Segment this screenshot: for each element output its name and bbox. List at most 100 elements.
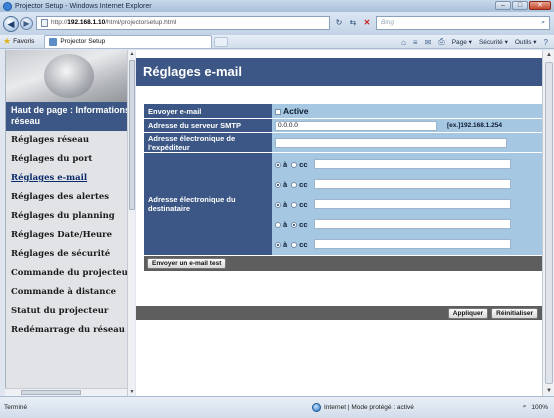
- recipient-line: à cc: [275, 155, 539, 173]
- nav-item-datetime[interactable]: Réglages Date/Heure: [6, 226, 135, 245]
- nav-item-network-restart[interactable]: Redémarrage du réseau: [6, 321, 135, 340]
- window-title-bar: Projector Setup - Windows Internet Explo…: [0, 0, 554, 12]
- to-radio[interactable]: [275, 162, 281, 168]
- forward-button[interactable]: ▶: [20, 17, 33, 30]
- left-vertical-scrollbar[interactable]: ▲ ▼: [127, 50, 135, 396]
- active-checkbox[interactable]: [275, 109, 281, 115]
- left-horizontal-scrollbar[interactable]: [5, 388, 127, 396]
- security-menu[interactable]: Sécurité ▾: [479, 38, 508, 46]
- cc-radio[interactable]: [291, 202, 298, 208]
- logo-image: [6, 50, 135, 102]
- recipient-input[interactable]: [313, 239, 511, 249]
- apply-button[interactable]: Appliquer: [447, 307, 489, 319]
- url-path: /html/projectorsetup.html: [105, 19, 177, 26]
- sender-row: Adresse électronique de l'expéditeur: [144, 133, 542, 153]
- feeds-icon[interactable]: ≡: [413, 38, 418, 47]
- search-placeholder: Bing: [381, 19, 395, 26]
- nav-item-projector-control[interactable]: Commande du projecteur: [6, 264, 135, 283]
- nav-item-alerts[interactable]: Réglages des alertes: [6, 188, 135, 207]
- url-host: 192.168.1.10: [67, 19, 106, 26]
- hscroll-thumb[interactable]: [21, 390, 81, 395]
- search-icon[interactable]: ⌕: [541, 17, 545, 29]
- recipient-input[interactable]: [313, 219, 511, 229]
- zoom-level[interactable]: 100%: [531, 404, 548, 411]
- to-radio[interactable]: [275, 222, 281, 228]
- nav-item-security[interactable]: Réglages de sécurité: [6, 245, 135, 264]
- recipient-input[interactable]: [313, 199, 511, 209]
- to-label: à: [283, 219, 288, 229]
- cc-label: cc: [299, 239, 308, 249]
- nav-item-email[interactable]: Réglages e-mail: [6, 169, 135, 188]
- cc-radio[interactable]: [291, 222, 298, 228]
- nav-list: Réglages réseau Réglages du port Réglage…: [6, 131, 135, 340]
- sender-input[interactable]: [275, 137, 507, 148]
- scroll-up-icon[interactable]: ▲: [128, 50, 135, 58]
- tools-menu[interactable]: Outils ▾: [515, 38, 537, 46]
- favorites-star-icon[interactable]: ★: [3, 36, 11, 47]
- address-toolbar: ◀ ▶ http://192.168.1.10/html/projectorse…: [0, 12, 554, 35]
- main-content: Réglages e-mail Envoyer e-mail Active Ad…: [136, 50, 542, 396]
- cc-radio[interactable]: [291, 182, 298, 188]
- to-radio[interactable]: [275, 242, 281, 248]
- active-label: Active: [283, 106, 309, 116]
- zoom-icon[interactable]: ⌕: [523, 403, 527, 411]
- stop-icon[interactable]: ✕: [361, 16, 373, 29]
- window-title: Projector Setup - Windows Internet Explo…: [15, 2, 152, 10]
- reset-button[interactable]: Réinitialiser: [491, 307, 538, 319]
- globe-icon: [312, 403, 321, 412]
- new-tab-button[interactable]: [214, 36, 229, 47]
- status-bar: Terminé Internet | Mode protégé : activé…: [0, 396, 554, 418]
- cc-label: cc: [299, 159, 308, 169]
- nav-item-projector-status[interactable]: Statut du projecteur: [6, 302, 135, 321]
- print-icon[interactable]: ⎙: [438, 37, 444, 47]
- page-title: Réglages e-mail: [136, 58, 542, 86]
- test-email-bar: Envoyer un e-mail test: [144, 256, 542, 271]
- refresh-icon[interactable]: ↻: [333, 16, 345, 29]
- recipient-input[interactable]: [313, 159, 511, 169]
- cc-radio[interactable]: [291, 242, 298, 248]
- recipient-row: Adresse électronique du destinataire à c…: [144, 153, 542, 256]
- compat-icon[interactable]: ⇆: [347, 16, 359, 29]
- recipient-line: à cc: [275, 215, 539, 233]
- favorites-button[interactable]: Favoris: [13, 38, 34, 45]
- cc-radio[interactable]: [291, 162, 298, 168]
- mail-icon[interactable]: ✉: [425, 38, 432, 47]
- nav-item-network[interactable]: Réglages réseau: [6, 131, 135, 150]
- url-scheme: http://: [51, 19, 68, 26]
- zone-text: Internet | Mode protégé : activé: [324, 404, 414, 411]
- close-button[interactable]: ✕: [529, 1, 551, 10]
- tab-page-icon: [49, 38, 58, 46]
- address-input[interactable]: http://192.168.1.10/html/projectorsetup.…: [36, 16, 330, 30]
- back-button[interactable]: ◀: [3, 15, 19, 32]
- status-right: ⌕ 100%: [523, 403, 548, 411]
- nav-header-link[interactable]: Haut de page : Informations réseau: [6, 102, 135, 131]
- to-radio[interactable]: [275, 182, 281, 188]
- scroll-up-icon[interactable]: ▲: [543, 50, 554, 60]
- ie-logo-icon: [3, 1, 12, 11]
- scroll-down-icon[interactable]: ▼: [128, 388, 135, 396]
- address-actions: ↻ ⇆ ✕: [333, 16, 373, 29]
- recipient-input[interactable]: [313, 179, 511, 189]
- scroll-thumb[interactable]: [129, 60, 135, 210]
- page-menu[interactable]: Page ▾: [452, 38, 472, 46]
- send-test-email-button[interactable]: Envoyer un e-mail test: [147, 258, 227, 269]
- nav-item-port[interactable]: Réglages du port: [6, 150, 135, 169]
- scroll-down-icon[interactable]: ▼: [543, 386, 554, 396]
- help-icon[interactable]: ?: [544, 38, 548, 47]
- left-nav-frame: Haut de page : Informations réseau Régla…: [5, 50, 135, 396]
- minimize-button[interactable]: –: [495, 1, 511, 10]
- content-vertical-scrollbar[interactable]: ▲ ▼: [542, 50, 554, 396]
- scroll-thumb[interactable]: [545, 62, 553, 384]
- lens-graphic: [44, 54, 94, 98]
- search-input[interactable]: Bing ⌕: [376, 16, 550, 30]
- smtp-input[interactable]: 0.0.0.0: [275, 120, 437, 131]
- to-radio[interactable]: [275, 202, 281, 208]
- home-icon[interactable]: ⌂: [401, 38, 406, 47]
- cc-label: cc: [299, 179, 308, 189]
- maximize-button[interactable]: □: [512, 1, 528, 10]
- nav-item-remote-control[interactable]: Commande à distance: [6, 283, 135, 302]
- action-bar: Appliquer Réinitialiser: [136, 306, 542, 320]
- favorites-bar: ★ Favoris Projector Setup ⌂ ≡ ✉ ⎙ Page ▾…: [0, 35, 554, 49]
- nav-item-schedule[interactable]: Réglages du planning: [6, 207, 135, 226]
- browser-tab[interactable]: Projector Setup: [44, 35, 213, 48]
